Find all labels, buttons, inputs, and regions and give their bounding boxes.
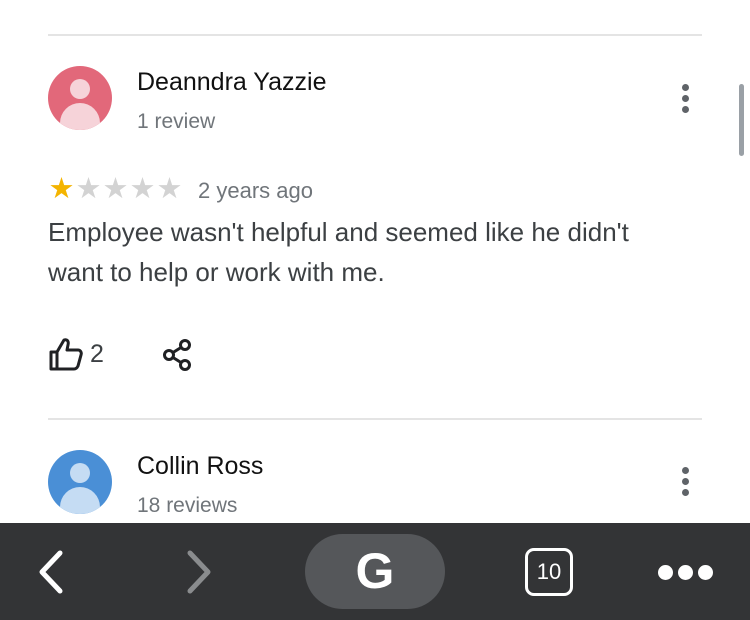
star-empty-icon: ★ [129,173,156,205]
avatar-body-shape [60,487,100,514]
tabs-count: 10 [536,559,562,584]
thumbs-up-icon[interactable] [48,336,84,372]
reviewer-name[interactable]: Deanndra Yazzie [137,68,326,97]
forward-chevron-right-icon[interactable] [178,547,222,597]
star-filled-icon: ★ [48,173,75,205]
browser-toolbar: G 10 [0,523,750,620]
reviewer-name[interactable]: Collin Ross [137,452,263,481]
google-g-icon: G [355,543,395,599]
star-rating: ★ ★ ★ ★ ★ [48,173,183,205]
divider-between-reviews [48,418,702,420]
more-options-icon[interactable] [676,84,696,120]
review-text: Employee wasn't helpful and seemed like … [48,217,629,287]
avatar-head-shape [70,79,90,99]
star-empty-icon: ★ [75,173,102,205]
avatar-body-shape [60,103,100,130]
reviewer-review-count: 18 reviews [137,494,238,517]
divider-top [48,34,702,36]
avatar-head-shape [70,463,90,483]
avatar[interactable] [48,450,112,514]
more-horizontal-icon[interactable] [654,563,714,583]
google-search-button[interactable]: G [305,534,445,609]
avatar[interactable] [48,66,112,130]
share-icon[interactable] [160,338,194,372]
reviewer-review-count: 1 review [137,110,216,133]
more-options-icon[interactable] [676,467,696,503]
scrollbar[interactable] [739,84,744,156]
review-time: 2 years ago [198,178,313,203]
tabs-button[interactable]: 10 [525,548,573,596]
star-empty-icon: ★ [102,173,129,205]
back-chevron-left-icon[interactable] [30,547,74,597]
like-count: 2 [90,340,104,368]
star-empty-icon: ★ [156,173,183,205]
